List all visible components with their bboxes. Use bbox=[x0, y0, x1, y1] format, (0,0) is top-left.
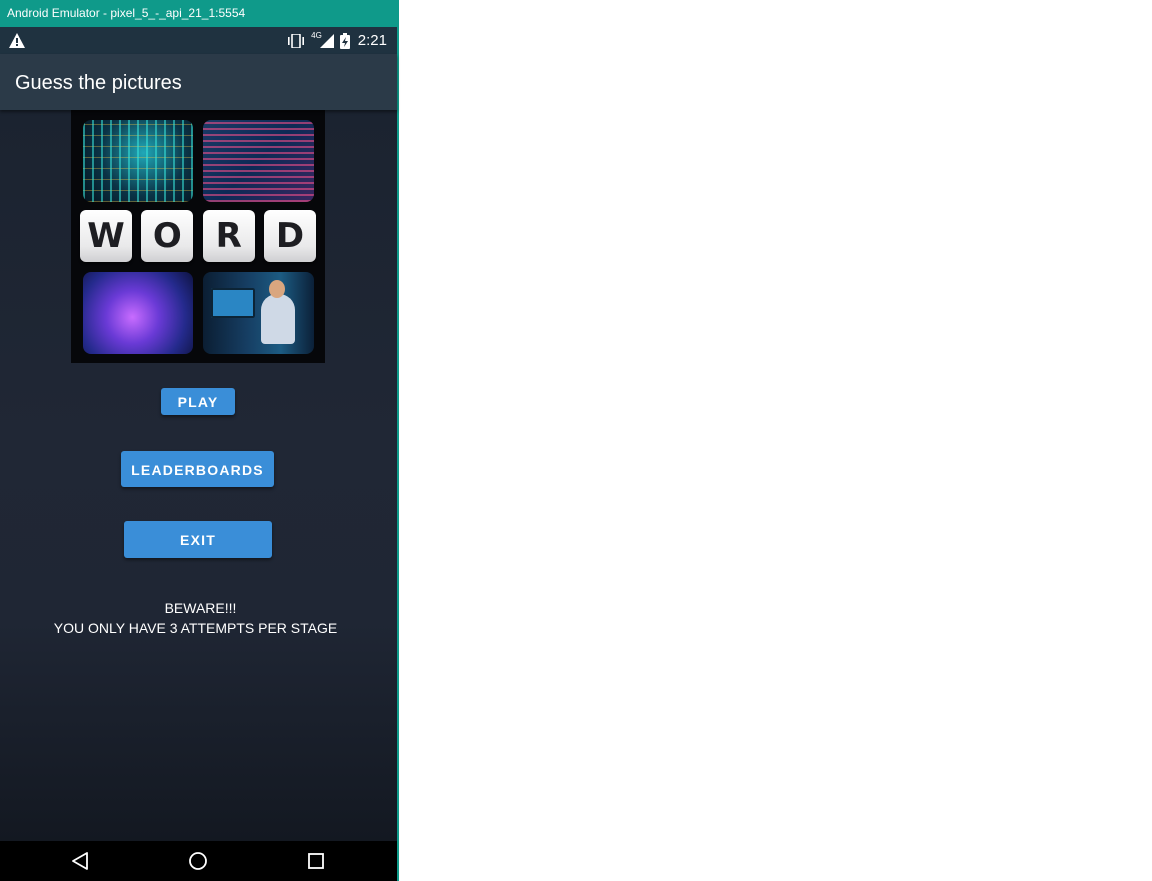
status-bar: 4G 2:21 bbox=[0, 27, 397, 54]
navigation-bar bbox=[0, 841, 397, 881]
back-icon[interactable] bbox=[60, 841, 100, 881]
vibrate-icon bbox=[288, 33, 305, 48]
emulator-title: Android Emulator - pixel_5_-_api_21_1:55… bbox=[0, 0, 397, 27]
page-title: Guess the pictures bbox=[15, 72, 182, 94]
warning-icon bbox=[9, 33, 25, 48]
play-button[interactable]: PLAY bbox=[161, 388, 235, 415]
word-tile: D bbox=[263, 210, 316, 262]
word-tile: R bbox=[202, 210, 255, 262]
warning-line-2: YOU ONLY HAVE 3 ATTEMPTS PER STAGE bbox=[53, 620, 338, 636]
emulator-window: Android Emulator - pixel_5_-_api_21_1:55… bbox=[0, 0, 397, 881]
hero-tile-circuit bbox=[83, 120, 193, 202]
word-tile: W bbox=[80, 210, 132, 262]
attempts-warning: BEWARE!!! YOU ONLY HAVE 3 ATTEMPTS PER S… bbox=[0, 598, 397, 638]
recents-icon[interactable] bbox=[296, 841, 336, 881]
hero-tile-laptop bbox=[83, 272, 193, 354]
emulator-frame-edge bbox=[397, 0, 399, 881]
app-bar: Guess the pictures bbox=[0, 54, 397, 110]
exit-button[interactable]: EXIT bbox=[124, 521, 272, 558]
word-tile: O bbox=[141, 210, 194, 262]
battery-charging-icon bbox=[339, 32, 350, 49]
clock: 2:21 bbox=[357, 32, 387, 49]
hero-logo-image: W O R D bbox=[71, 110, 325, 363]
warning-line-1: BEWARE!!! bbox=[164, 600, 237, 616]
person-head-shape bbox=[269, 280, 285, 298]
leaderboards-button[interactable]: LEADERBOARDS bbox=[121, 451, 274, 487]
network-type: 4G bbox=[311, 31, 322, 40]
monitor-shape bbox=[211, 288, 255, 318]
word-tiles: W O R D bbox=[80, 210, 316, 266]
main-content: W O R D PLAY LEADERBOARDS EXIT BEWARE!!!… bbox=[0, 110, 397, 841]
person-shape bbox=[261, 294, 295, 344]
hero-tile-programmer bbox=[203, 272, 314, 354]
signal-icon bbox=[319, 33, 334, 48]
hero-tile-code bbox=[203, 120, 314, 202]
home-icon[interactable] bbox=[178, 841, 218, 881]
